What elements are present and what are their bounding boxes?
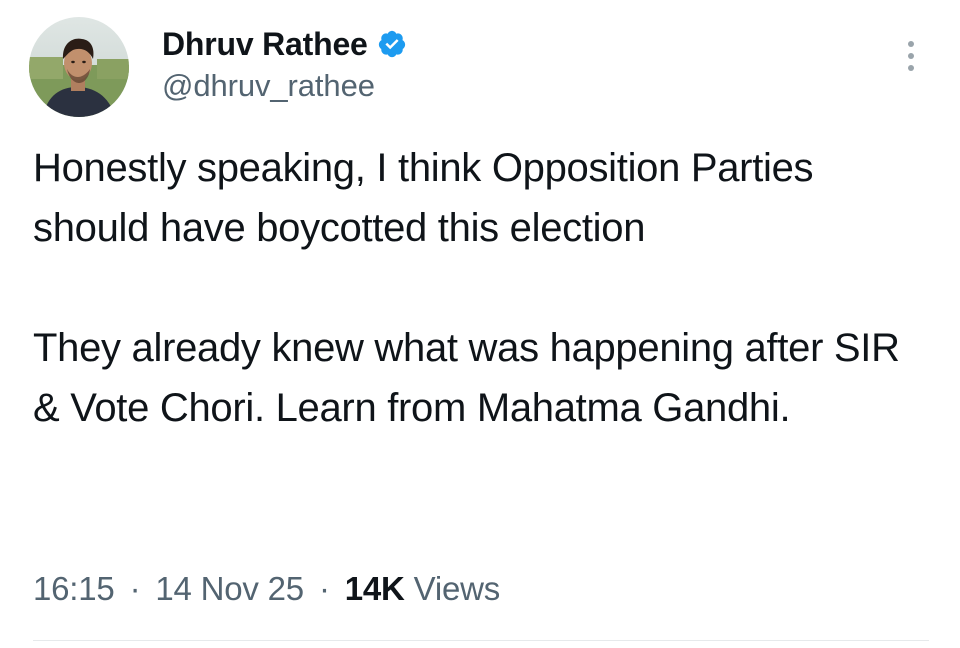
verified-badge-icon[interactable]	[377, 29, 407, 59]
avatar[interactable]	[29, 17, 129, 117]
tweet-metadata: 16:15 · 14 Nov 25 · 14K Views	[33, 570, 500, 608]
more-vertical-icon	[908, 41, 914, 71]
author-name-row[interactable]: Dhruv Rathee	[162, 24, 407, 64]
display-name[interactable]: Dhruv Rathee	[162, 26, 368, 63]
author-handle[interactable]: @dhruv_rathee	[162, 68, 375, 104]
tweet-text: Honestly speaking, I think Opposition Pa…	[33, 138, 913, 438]
views-count: 14K	[344, 570, 405, 607]
tweet-paragraph-1: Honestly speaking, I think Opposition Pa…	[33, 146, 814, 250]
tweet-date[interactable]: 14 Nov 25	[155, 570, 304, 607]
tweet-time[interactable]: 16:15	[33, 570, 115, 607]
views-label: Views	[413, 570, 501, 607]
divider	[33, 640, 929, 641]
more-options-button[interactable]	[896, 36, 926, 76]
tweet-card: Dhruv Rathee @dhruv_rathee Honestly spea…	[0, 0, 960, 648]
separator-dot: ·	[318, 570, 330, 607]
tweet-paragraph-2: They already knew what was happening aft…	[33, 326, 900, 430]
separator-dot: ·	[129, 570, 141, 607]
avatar-image	[29, 17, 129, 117]
